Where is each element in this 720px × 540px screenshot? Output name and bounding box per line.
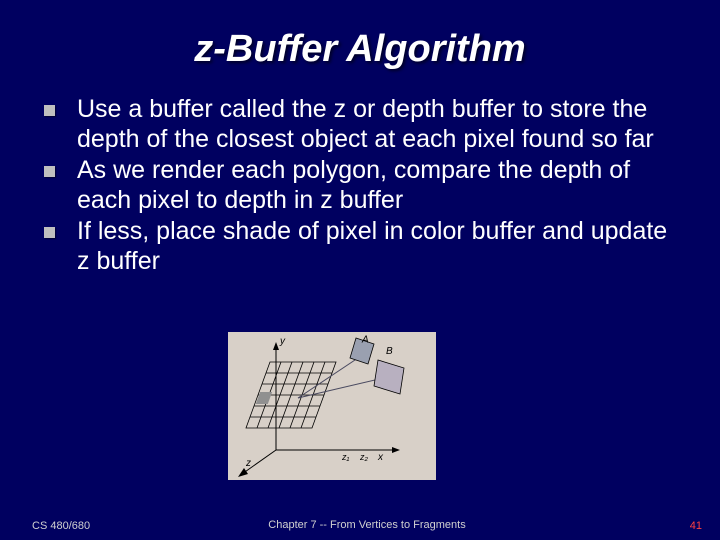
bullet-text: If less, place shade of pixel in color b… (77, 217, 676, 276)
slide-footer: CS 480/680 Chapter 7 -- From Vertices to… (0, 519, 720, 532)
polygon-a-label: A (361, 334, 369, 345)
z2-label: z₂ (359, 452, 369, 462)
bullet-square-icon (44, 166, 55, 177)
z1-label: z₁ (341, 452, 350, 462)
zbuffer-diagram: y x z A B z₁ z₂ (228, 332, 436, 480)
footer-page-number: 41 (479, 520, 720, 532)
bullet-item: Use a buffer called the z or depth buffe… (44, 95, 676, 154)
bullet-item: If less, place shade of pixel in color b… (44, 217, 676, 276)
polygon-b-label: B (386, 346, 393, 357)
slide-content: Use a buffer called the z or depth buffe… (0, 95, 720, 276)
footer-chapter: Chapter 7 -- From Vertices to Fragments (255, 519, 478, 532)
bullet-square-icon (44, 227, 55, 238)
axis-y-label: y (279, 336, 286, 347)
axis-x-label: x (377, 452, 384, 463)
footer-course: CS 480/680 (0, 520, 255, 532)
bullet-text: As we render each polygon, compare the d… (77, 156, 676, 215)
bullet-item: As we render each polygon, compare the d… (44, 156, 676, 215)
axis-z-label: z (245, 458, 251, 469)
slide-title: z-Buffer Algorithm (0, 0, 720, 95)
bullet-square-icon (44, 105, 55, 116)
bullet-text: Use a buffer called the z or depth buffe… (77, 95, 676, 154)
